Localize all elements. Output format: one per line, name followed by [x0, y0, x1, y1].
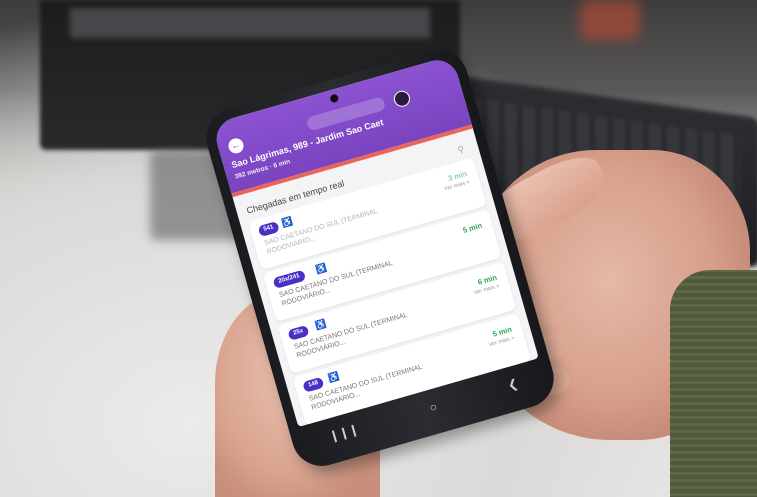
photo-background: ← Sao Lágrimas, 989 - Jardim Sao Caet 39…	[0, 0, 757, 497]
more-link[interactable]: Ver mais >	[488, 335, 515, 348]
wheelchair-icon: ♿	[280, 215, 294, 229]
eta: 5 min	[461, 220, 484, 235]
back-icon[interactable]: ❮	[506, 376, 520, 392]
search-icon[interactable]: ⚲	[456, 144, 465, 156]
wheelchair-icon: ♿	[314, 262, 329, 275]
arrow-left-icon: ←	[229, 139, 243, 153]
blurred-monitor-screen	[70, 8, 430, 38]
route-badge: 541	[257, 221, 280, 238]
avatar[interactable]	[392, 88, 412, 109]
more-link[interactable]: Ver mais >	[444, 179, 471, 192]
more-link[interactable]: Ver mais >	[473, 283, 500, 296]
home-icon[interactable]: ○	[428, 399, 439, 414]
recents-icon[interactable]: ❙❙❙	[327, 422, 360, 444]
route-badge: 25x	[287, 324, 310, 341]
route-badge: 148	[302, 376, 325, 393]
back-button[interactable]: ←	[226, 136, 246, 156]
blurred-desk-object	[580, 0, 640, 40]
green-sweater-sleeve	[670, 270, 757, 497]
wheelchair-icon: ♿	[326, 371, 341, 384]
wheelchair-icon: ♿	[313, 318, 328, 332]
